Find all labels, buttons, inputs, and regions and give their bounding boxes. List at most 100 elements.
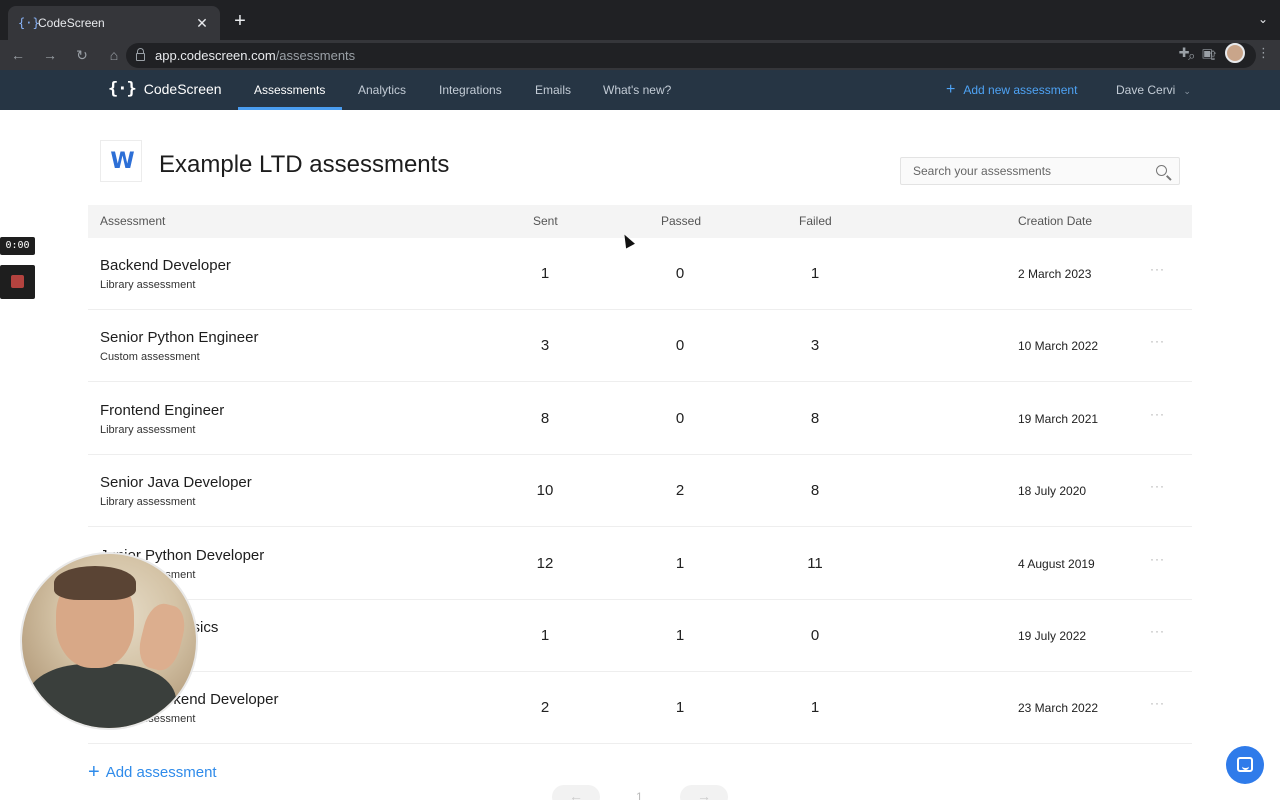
plus-icon: + <box>88 761 100 783</box>
tab-title: CodeScreen <box>38 16 105 30</box>
browser-toolbar: ← → ↻ ⌂ app.codescreen.com/assessments ⌕… <box>0 40 1280 70</box>
chat-support-button[interactable] <box>1226 746 1264 784</box>
search-box <box>900 157 1180 185</box>
failed-count: 1 <box>810 265 820 282</box>
add-new-assessment-button[interactable]: + Add new assessment <box>946 70 1077 110</box>
profile-avatar[interactable] <box>1225 43 1245 63</box>
tab-search-chevron-icon[interactable]: ⌄ <box>1258 12 1268 26</box>
sent-count: 2 <box>540 699 550 716</box>
nav-emails[interactable]: Emails <box>535 70 571 110</box>
nav-assessments[interactable]: Assessments <box>254 70 325 110</box>
side-panel-icon[interactable]: ▣ <box>1202 46 1213 60</box>
passed-count: 2 <box>675 482 685 499</box>
row-more-icon[interactable]: ··· <box>1150 262 1165 276</box>
address-bar[interactable]: app.codescreen.com/assessments ⌕ ⇪ ★ <box>126 43 1256 68</box>
nav-analytics[interactable]: Analytics <box>358 70 406 110</box>
failed-count: 11 <box>807 555 823 572</box>
creation-date: 18 July 2020 <box>1018 484 1087 498</box>
passed-count: 1 <box>675 627 685 644</box>
webcam-person-body <box>26 664 176 728</box>
creation-date: 2 March 2023 <box>1018 267 1092 281</box>
reload-icon[interactable]: ↻ <box>68 47 96 64</box>
current-page: 1 <box>636 790 643 800</box>
row-more-icon[interactable]: ··· <box>1150 407 1165 421</box>
add-assessment-button[interactable]: + Add assessment <box>88 761 217 783</box>
chevron-down-icon: ⌄ <box>1183 86 1191 96</box>
column-sent[interactable]: Sent <box>533 205 558 238</box>
passed-count: 0 <box>675 337 685 354</box>
nav-integrations[interactable]: Integrations <box>439 70 502 110</box>
table-row[interactable]: Senior Java Developer Library assessment… <box>88 455 1192 527</box>
row-more-icon[interactable]: ··· <box>1150 624 1165 638</box>
creation-date: 23 March 2022 <box>1018 701 1099 715</box>
creation-date: 4 August 2019 <box>1018 557 1095 571</box>
lock-icon[interactable] <box>136 48 145 61</box>
new-tab-button[interactable]: + <box>230 10 250 34</box>
column-creation-date[interactable]: Creation Date <box>1018 205 1092 238</box>
assessment-type: Library assessment <box>100 279 196 291</box>
codescreen-logo-icon: {·} <box>108 79 137 99</box>
previous-page-button[interactable]: ← <box>552 785 600 800</box>
active-nav-indicator <box>238 107 342 110</box>
row-more-icon[interactable]: ··· <box>1150 479 1165 493</box>
creation-date: 10 March 2022 <box>1018 339 1099 353</box>
app-navbar: {·} CodeScreen Assessments Analytics Int… <box>0 70 1280 110</box>
user-name: Dave Cervi <box>1116 83 1176 97</box>
home-icon[interactable]: ⌂ <box>100 47 128 63</box>
search-input[interactable] <box>901 158 1151 184</box>
assessment-name: Backend Developer <box>100 257 231 274</box>
column-assessment[interactable]: Assessment <box>100 205 165 238</box>
passed-count: 0 <box>675 265 685 282</box>
assessment-name: Senior Java Developer <box>100 474 252 491</box>
assessment-type: Library assessment <box>100 496 196 508</box>
sent-count: 1 <box>540 265 550 282</box>
extensions-puzzle-icon[interactable]: ✚ <box>1179 45 1190 61</box>
sent-count: 8 <box>540 410 550 427</box>
browser-menu-icon[interactable]: ⋮ <box>1257 45 1270 61</box>
assessment-name: Frontend Engineer <box>100 402 225 419</box>
stop-recording-button[interactable] <box>0 265 35 299</box>
table-row[interactable]: Junior Python Developer Library assessme… <box>88 528 1192 600</box>
browser-tab[interactable]: {·} CodeScreen ✕ <box>8 6 220 40</box>
table-header: Assessment Sent Passed Failed Creation D… <box>88 205 1192 238</box>
failed-count: 1 <box>810 699 820 716</box>
browser-tab-strip: {·} CodeScreen ✕ + ⌄ <box>0 0 1280 40</box>
browser-extension-area: ✚ ▣ ⋮ <box>1179 43 1270 63</box>
table-row[interactable]: Frontend Engineer Library assessment 8 0… <box>88 383 1192 455</box>
webcam-person-hand <box>134 600 190 674</box>
nav-whats-new[interactable]: What's new? <box>603 70 671 110</box>
recording-timer: 0:00 <box>0 237 35 255</box>
row-more-icon[interactable]: ··· <box>1150 334 1165 348</box>
webcam-bubble[interactable] <box>20 552 198 730</box>
add-assessment-label: Add assessment <box>105 764 217 781</box>
forward-arrow-icon[interactable]: → <box>36 47 64 63</box>
company-logo-w: W <box>110 148 134 174</box>
user-menu[interactable]: Dave Cervi ⌄ <box>1116 70 1191 110</box>
url-path: /assessments <box>275 48 356 63</box>
company-logo: W <box>100 140 142 182</box>
table-row[interactable]: Senior Backend Developer Library assessm… <box>88 672 1192 744</box>
table-row[interactable]: JavaScript Basics Library assessment 1 1… <box>88 600 1192 672</box>
sent-count: 10 <box>536 482 554 499</box>
assessment-type: Custom assessment <box>100 351 200 363</box>
brand-name: CodeScreen <box>143 81 222 97</box>
row-more-icon[interactable]: ··· <box>1150 552 1165 566</box>
plus-icon: + <box>946 81 956 98</box>
next-page-button[interactable]: → <box>680 785 728 800</box>
codescreen-favicon-icon: {·} <box>18 16 40 30</box>
close-tab-icon[interactable]: ✕ <box>194 15 210 32</box>
column-passed[interactable]: Passed <box>661 205 701 238</box>
row-more-icon[interactable]: ··· <box>1150 696 1165 710</box>
passed-count: 0 <box>675 410 685 427</box>
brand-logo[interactable]: {·} CodeScreen <box>108 79 222 99</box>
search-icon[interactable] <box>1156 165 1167 176</box>
back-arrow-icon[interactable]: ← <box>4 47 32 63</box>
table-row[interactable]: Senior Python Engineer Custom assessment… <box>88 310 1192 382</box>
url-host: app.codescreen.com <box>155 48 276 63</box>
failed-count: 8 <box>810 482 820 499</box>
table-row[interactable]: Backend Developer Library assessment 1 0… <box>88 238 1192 310</box>
column-failed[interactable]: Failed <box>799 205 832 238</box>
failed-count: 0 <box>810 627 820 644</box>
add-new-assessment-label: Add new assessment <box>963 83 1078 97</box>
sent-count: 1 <box>540 627 550 644</box>
